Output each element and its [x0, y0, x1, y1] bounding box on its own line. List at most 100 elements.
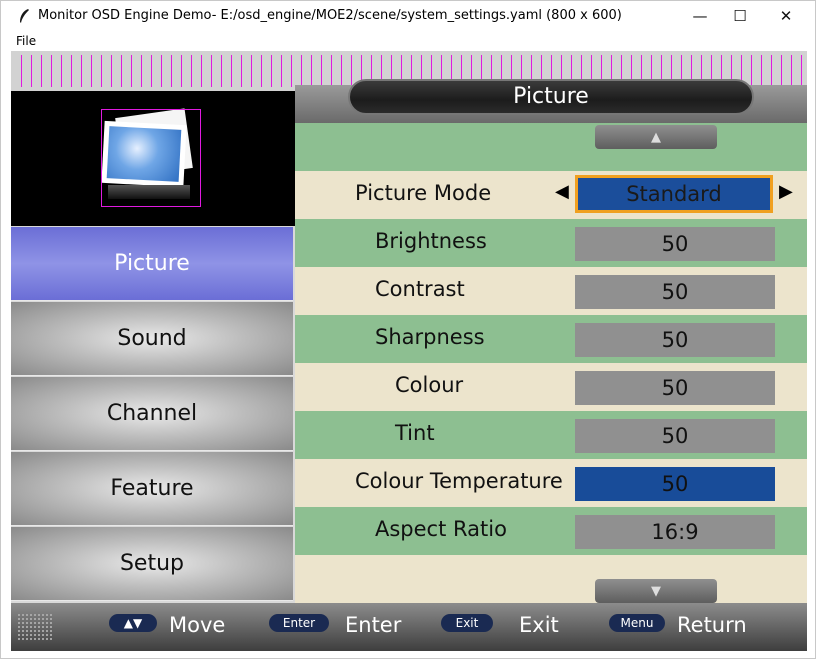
setting-label: Brightness: [375, 229, 487, 253]
ruler-tick: [151, 55, 152, 87]
ruler-tick: [301, 55, 302, 87]
close-icon: ✕: [779, 7, 793, 25]
ruler-tick: [231, 55, 232, 87]
sidebar-item-label: Feature: [110, 476, 194, 501]
chevron-down-icon: ▼: [651, 583, 661, 599]
ruler-tick: [181, 55, 182, 87]
ruler-tick: [261, 55, 262, 87]
ruler-tick: [251, 55, 252, 87]
settings-top-band: [295, 123, 807, 171]
setting-row-sharpness[interactable]: Sharpness 50: [295, 315, 807, 363]
ruler-tick: [211, 55, 212, 87]
setting-row-colour-temperature[interactable]: Colour Temperature 50: [295, 459, 807, 507]
setting-row-brightness[interactable]: Brightness 50: [295, 219, 807, 267]
setting-value[interactable]: 50: [575, 275, 775, 309]
return-hint: Return: [677, 613, 747, 637]
window-title: Monitor OSD Engine Demo- E:/osd_engine/M…: [38, 8, 622, 23]
setting-value[interactable]: 50: [575, 227, 775, 261]
sidebar-item-setup[interactable]: Setup: [11, 527, 293, 601]
page-title: Picture: [513, 84, 589, 109]
osd-canvas: Picture Picture Sound Channel Feature Se…: [11, 51, 807, 651]
ruler-tick: [31, 55, 32, 87]
sidebar-item-picture[interactable]: Picture: [11, 227, 293, 301]
ruler-tick: [41, 55, 42, 87]
ruler-tick: [281, 55, 282, 87]
sidebar-item-label: Setup: [119, 551, 185, 576]
ruler-tick: [331, 55, 332, 87]
enter-hint: Enter: [345, 613, 402, 637]
setting-value[interactable]: 50: [575, 371, 775, 405]
setting-row-contrast[interactable]: Contrast 50: [295, 267, 807, 315]
scroll-down-button[interactable]: ▼: [595, 579, 717, 603]
enter-key-icon: Enter: [269, 614, 329, 632]
ruler-tick: [771, 55, 772, 87]
setting-row-tint[interactable]: Tint 50: [295, 411, 807, 459]
ruler-tick: [111, 55, 112, 87]
sidebar-item-sound[interactable]: Sound: [11, 302, 293, 376]
sidebar-item-label: Channel: [106, 401, 198, 426]
scroll-up-button[interactable]: ▲: [595, 125, 717, 149]
picture-icon-frame: [101, 109, 201, 207]
ruler-tick: [781, 55, 782, 87]
ruler-tick: [91, 55, 92, 87]
maximize-button[interactable]: ☐: [717, 1, 763, 31]
close-button[interactable]: ✕: [763, 1, 809, 31]
sidebar-item-label: Picture: [114, 251, 190, 276]
ruler-tick: [761, 55, 762, 87]
setting-label: Sharpness: [375, 325, 485, 349]
sidebar-item-label: Sound: [117, 326, 187, 351]
ruler-tick: [241, 55, 242, 87]
minimize-icon: —: [692, 7, 708, 25]
setting-row-colour[interactable]: Colour 50: [295, 363, 807, 411]
setting-label: Picture Mode: [355, 181, 492, 205]
ruler-tick: [21, 55, 22, 87]
ruler-tick: [171, 55, 172, 87]
ruler-tick: [81, 55, 82, 87]
exit-key-icon: Exit: [441, 614, 493, 632]
move-hint: Move: [169, 613, 226, 637]
ruler-tick: [311, 55, 312, 87]
setting-label: Contrast: [375, 277, 465, 301]
setting-label: Colour Temperature: [355, 469, 563, 493]
ruler-tick: [161, 55, 162, 87]
ruler-tick: [121, 55, 122, 87]
arrow-left-icon[interactable]: ◀: [555, 181, 569, 202]
setting-value[interactable]: 50: [575, 419, 775, 453]
ruler-tick: [321, 55, 322, 87]
ruler-tick: [141, 55, 142, 87]
chevron-up-icon: ▲: [651, 129, 661, 145]
ruler-tick: [291, 55, 292, 87]
ruler-tick: [191, 55, 192, 87]
arrow-right-icon[interactable]: ▶: [779, 181, 793, 202]
sidebar-item-channel[interactable]: Channel: [11, 377, 293, 451]
move-key-icon: ▲▼: [109, 614, 157, 632]
setting-label: Tint: [395, 421, 435, 445]
setting-label: Aspect Ratio: [375, 517, 507, 541]
sidebar-item-feature[interactable]: Feature: [11, 452, 293, 526]
ruler-tick: [71, 55, 72, 87]
setting-value[interactable]: 16:9: [575, 515, 775, 549]
maximize-icon: ☐: [733, 7, 747, 25]
setting-value[interactable]: 50: [575, 323, 775, 357]
ruler-tick: [201, 55, 202, 87]
ruler-tick: [101, 55, 102, 87]
grip-icon: [17, 613, 53, 641]
title-bar: Monitor OSD Engine Demo- E:/osd_engine/M…: [1, 1, 815, 31]
footer-bar: ▲▼ Move Enter Enter Exit Exit Menu Retur…: [11, 603, 807, 651]
ruler-tick: [791, 55, 792, 87]
setting-row-picture-mode[interactable]: Picture Mode ◀ Standard ▶: [295, 171, 807, 219]
ruler-tick: [801, 55, 802, 87]
ruler-tick: [131, 55, 132, 87]
menu-bar: File: [1, 32, 815, 51]
ruler-tick: [61, 55, 62, 87]
menu-file[interactable]: File: [16, 34, 36, 48]
setting-value[interactable]: Standard: [575, 175, 773, 213]
ruler-tick: [271, 55, 272, 87]
exit-hint: Exit: [519, 613, 559, 637]
ruler-tick: [221, 55, 222, 87]
setting-label: Colour: [395, 373, 464, 397]
setting-row-aspect-ratio[interactable]: Aspect Ratio 16:9: [295, 507, 807, 555]
setting-value[interactable]: 50: [575, 467, 775, 501]
feather-icon: [20, 9, 29, 23]
ruler-tick: [341, 55, 342, 87]
